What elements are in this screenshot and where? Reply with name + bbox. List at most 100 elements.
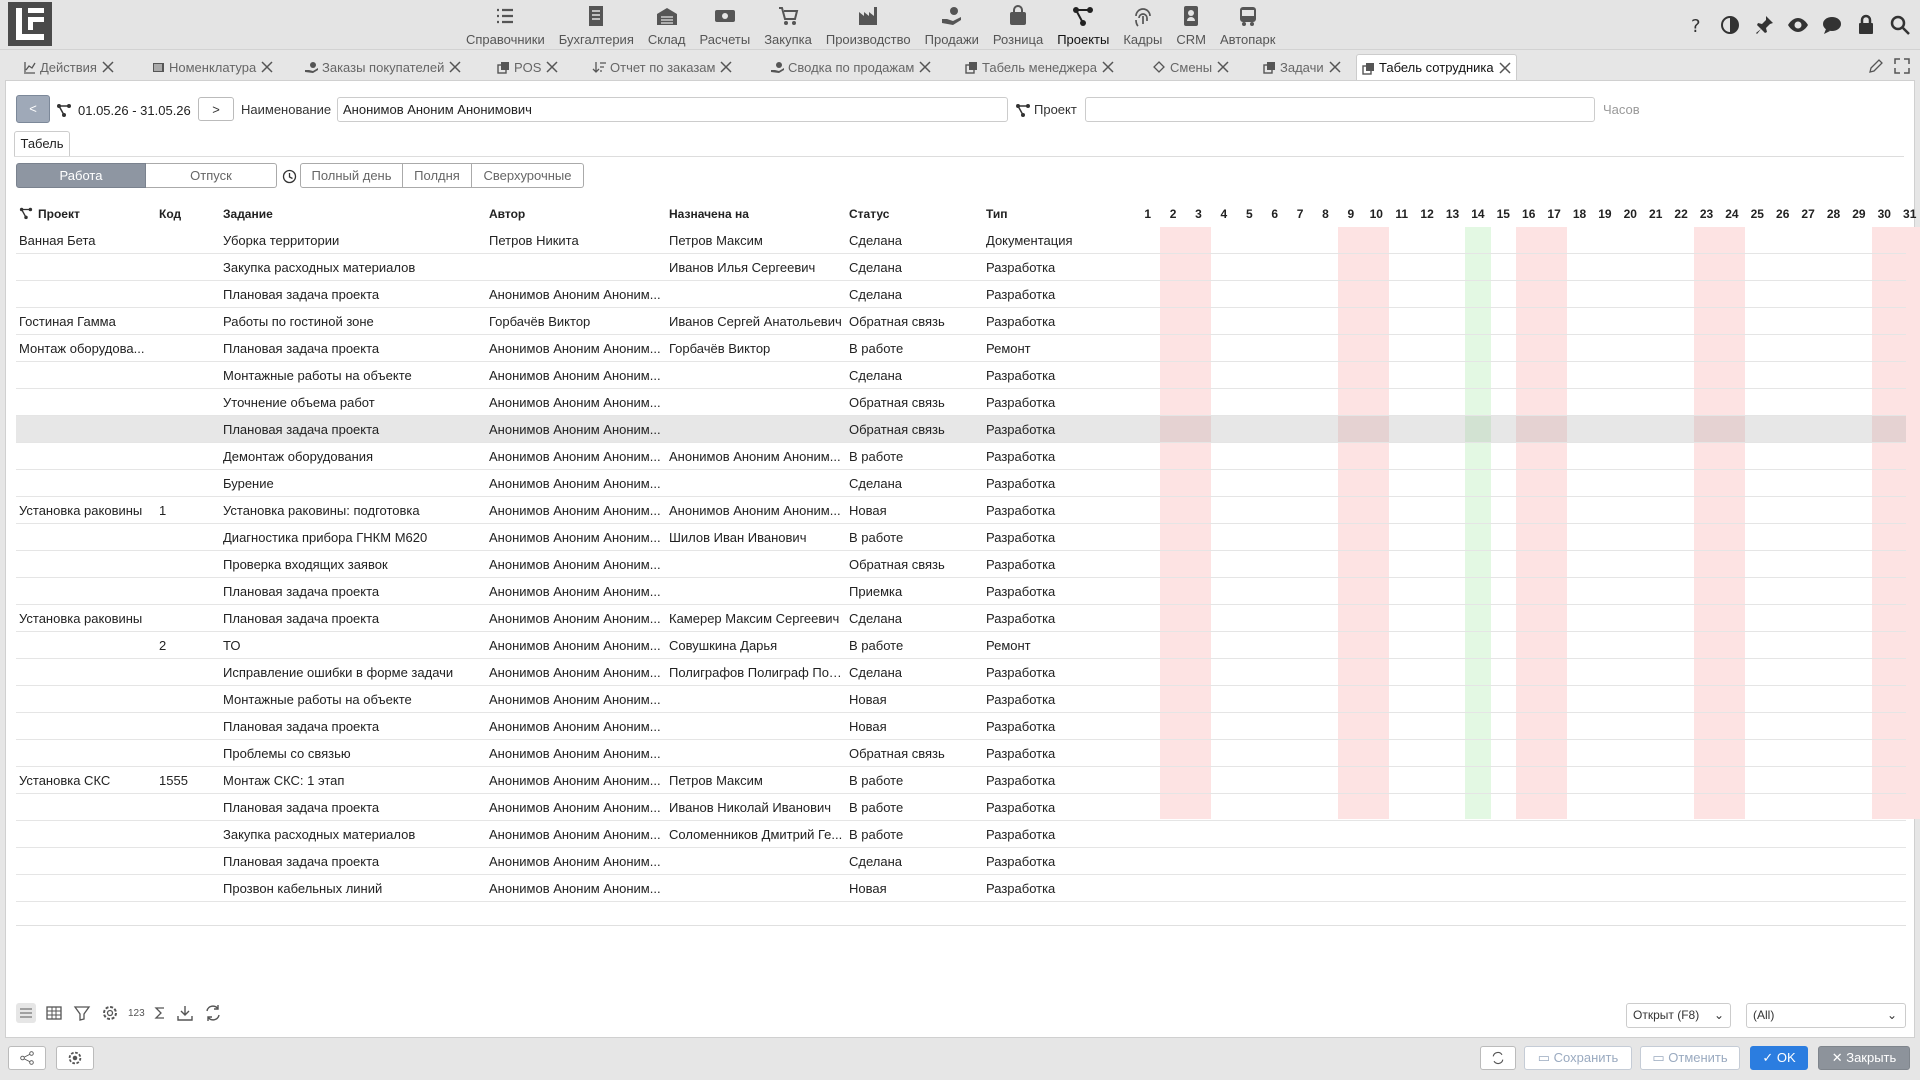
- tab-item[interactable]: Сводка по продажам: [766, 54, 936, 80]
- close-tab-icon[interactable]: [260, 60, 274, 74]
- day-header[interactable]: 6: [1262, 201, 1287, 227]
- table-row[interactable]: Установка СКС 1555 Монтаж СКС: 1 этап Анони…: [16, 767, 1906, 794]
- nav-item-fingerprint[interactable]: Кадры: [1116, 0, 1169, 50]
- status-filter-select[interactable]: Открыт (F8) ⌄: [1626, 1003, 1731, 1028]
- pin-icon[interactable]: [1752, 13, 1776, 37]
- close-tab-icon[interactable]: [918, 60, 932, 74]
- save-button[interactable]: ▭ Сохранить: [1524, 1046, 1632, 1070]
- day-header[interactable]: 25: [1745, 201, 1770, 227]
- cancel-button[interactable]: ▭ Отменить: [1640, 1046, 1740, 1070]
- table-row[interactable]: Монтажные работы на объекте Анонимов Анон…: [16, 362, 1906, 389]
- tab-item[interactable]: Отчет по заказам: [588, 54, 737, 80]
- date-range[interactable]: 01.05.26 - 31.05.26: [78, 103, 191, 118]
- tab-item[interactable]: Табель сотрудника: [1356, 54, 1517, 80]
- table-row[interactable]: Уточнение объема работ Анонимов Аноним Ан…: [16, 389, 1906, 416]
- table-row[interactable]: Гостиная Гамма Работы по гостиной зоне Гор…: [16, 308, 1906, 335]
- table-row[interactable]: Плановая задача проекта Анонимов Аноним А…: [16, 794, 1906, 821]
- nav-item-document[interactable]: Бухгалтерия: [552, 0, 641, 50]
- search-icon[interactable]: [1888, 13, 1912, 37]
- nav-item-cart[interactable]: Закупка: [757, 0, 819, 50]
- day-header[interactable]: 17: [1541, 201, 1566, 227]
- tab-item[interactable]: Задачи: [1258, 54, 1346, 80]
- day-header[interactable]: 30: [1872, 201, 1897, 227]
- day-header[interactable]: 19: [1592, 201, 1617, 227]
- share-button[interactable]: [8, 1046, 46, 1070]
- day-header[interactable]: 11: [1389, 201, 1414, 227]
- close-tab-icon[interactable]: [448, 60, 462, 74]
- table-row[interactable]: Проверка входящих заявок Анонимов Аноним …: [16, 551, 1906, 578]
- day-header[interactable]: 1: [1135, 201, 1160, 227]
- half-day-button[interactable]: Полдня: [403, 163, 472, 188]
- nav-item-projects[interactable]: Проекты: [1050, 0, 1116, 50]
- table-row[interactable]: Установка раковины Плановая задача проект…: [16, 605, 1906, 632]
- day-header[interactable]: 29: [1846, 201, 1871, 227]
- col-status[interactable]: Статус: [849, 201, 889, 227]
- tab-item[interactable]: Действия: [18, 54, 119, 80]
- close-button[interactable]: ✕ Закрыть: [1818, 1046, 1910, 1070]
- col-project[interactable]: Проект: [38, 201, 80, 227]
- close-tab-icon[interactable]: [1328, 60, 1342, 74]
- close-tab-icon[interactable]: [719, 60, 733, 74]
- table-row[interactable]: Закупка расходных материалов Анонимов Ано…: [16, 821, 1906, 848]
- table-row[interactable]: 2 ТО Анонимов Аноним Аноним... Совушкина Да…: [16, 632, 1906, 659]
- day-header[interactable]: 5: [1237, 201, 1262, 227]
- filter-icon[interactable]: [72, 1003, 92, 1023]
- col-task[interactable]: Задание: [223, 201, 273, 227]
- close-tab-icon[interactable]: [545, 60, 559, 74]
- table-row[interactable]: Демонтаж оборудования Анонимов Аноним Ано…: [16, 443, 1906, 470]
- close-tab-icon[interactable]: [1216, 60, 1230, 74]
- sum-icon[interactable]: [153, 1003, 167, 1023]
- nav-item-factory[interactable]: Производство: [819, 0, 918, 50]
- day-header[interactable]: 27: [1795, 201, 1820, 227]
- col-type[interactable]: Тип: [986, 201, 1008, 227]
- settings-icon[interactable]: [100, 1003, 120, 1023]
- fullscreen-icon[interactable]: [1894, 58, 1910, 74]
- tab-item[interactable]: Заказы покупателей: [300, 54, 466, 80]
- close-tab-icon[interactable]: [1101, 60, 1115, 74]
- eye-icon[interactable]: [1786, 13, 1810, 37]
- col-author[interactable]: Автор: [489, 201, 525, 227]
- export-icon[interactable]: [175, 1003, 195, 1023]
- close-tab-icon[interactable]: [1498, 61, 1512, 75]
- table-row[interactable]: Прозвон кабельных линий Анонимов Аноним А…: [16, 875, 1906, 902]
- day-header[interactable]: 4: [1211, 201, 1236, 227]
- vacation-button[interactable]: Отпуск: [146, 163, 277, 188]
- nav-item-warehouse[interactable]: Склад: [641, 0, 693, 50]
- day-header[interactable]: 31: [1897, 201, 1920, 227]
- nav-item-money[interactable]: Расчеты: [692, 0, 757, 50]
- nav-item-bus[interactable]: Автопарк: [1213, 0, 1283, 50]
- nav-item-bag[interactable]: Розница: [986, 0, 1050, 50]
- nav-item-list[interactable]: Справочники: [459, 0, 552, 50]
- day-header[interactable]: 24: [1719, 201, 1744, 227]
- all-filter-select[interactable]: (All) ⌄: [1746, 1003, 1906, 1028]
- day-header[interactable]: 23: [1694, 201, 1719, 227]
- gear-button[interactable]: [56, 1046, 94, 1070]
- nav-item-contact-card[interactable]: CRM: [1169, 0, 1213, 50]
- table-row[interactable]: Бурение Анонимов Аноним Аноним... Сделана Р…: [16, 470, 1906, 497]
- day-header[interactable]: 14: [1465, 201, 1490, 227]
- overtime-button[interactable]: Сверхурочные: [472, 163, 584, 188]
- day-header[interactable]: 26: [1770, 201, 1795, 227]
- app-logo[interactable]: [8, 2, 52, 46]
- day-header[interactable]: 15: [1491, 201, 1516, 227]
- ok-button[interactable]: ✓ OK: [1750, 1046, 1808, 1070]
- reload-button[interactable]: [1480, 1046, 1516, 1070]
- close-tab-icon[interactable]: [101, 60, 115, 74]
- day-header[interactable]: 8: [1313, 201, 1338, 227]
- day-header[interactable]: 10: [1364, 201, 1389, 227]
- tab-item[interactable]: Табель менеджера: [960, 54, 1119, 80]
- table-row[interactable]: Диагностика прибора ГНКМ М620 Анонимов Ан…: [16, 524, 1906, 551]
- day-header[interactable]: 7: [1287, 201, 1312, 227]
- table-row[interactable]: Плановая задача проекта Анонимов Аноним А…: [16, 578, 1906, 605]
- day-header[interactable]: 16: [1516, 201, 1541, 227]
- day-header[interactable]: 20: [1618, 201, 1643, 227]
- table-row[interactable]: Монтаж оборудова... Плановая задача проек…: [16, 335, 1906, 362]
- table-row[interactable]: Плановая задача проекта Анонимов Аноним А…: [16, 848, 1906, 875]
- tab-timesheet[interactable]: Табель: [14, 131, 70, 157]
- day-header[interactable]: 2: [1160, 201, 1185, 227]
- col-code[interactable]: Код: [159, 201, 181, 227]
- table-row[interactable]: Исправление ошибки в форме задачи Анонимо…: [16, 659, 1906, 686]
- refresh-icon[interactable]: [203, 1003, 223, 1023]
- day-header[interactable]: 21: [1643, 201, 1668, 227]
- day-header[interactable]: 28: [1821, 201, 1846, 227]
